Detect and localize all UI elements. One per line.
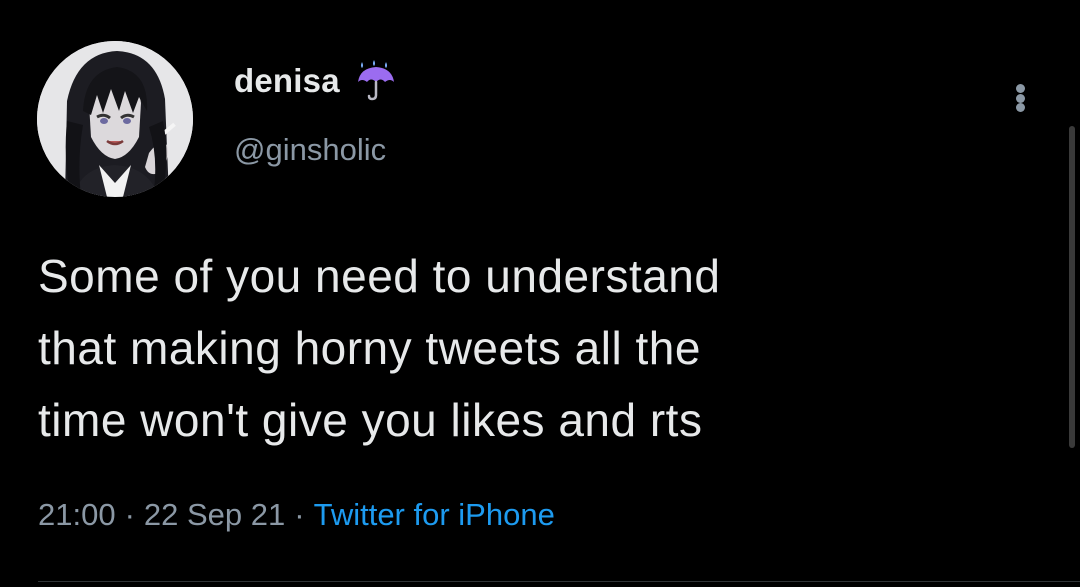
tweet-container: denisa @ginsholic Some of you need to un… [0,0,1080,587]
more-dot-icon [1015,103,1025,112]
more-options-button[interactable] [1007,84,1033,112]
more-dot-icon [1015,84,1025,93]
tweet-date[interactable]: 22 Sep 21 [144,497,285,532]
tweet-text: Some of you need to understand that maki… [38,240,1038,456]
avatar[interactable] [37,41,193,197]
more-dot-icon [1015,93,1025,103]
avatar-image [37,41,193,197]
tweet-text-line: time won't give you likes and rts [38,394,703,446]
tweet-text-line: Some of you need to understand [38,250,721,302]
umbrella-rain-icon [357,60,394,101]
divider [38,581,1080,582]
tweet-time[interactable]: 21:00 [38,497,116,532]
display-name[interactable]: denisa [234,62,340,100]
meta-separator: · [124,497,135,532]
user-handle[interactable]: @ginsholic [234,132,386,168]
tweet-meta: 21:00 · 22 Sep 21 · Twitter for iPhone [38,497,555,533]
tweet-text-line: that making horny tweets all the [38,322,701,374]
meta-separator: · [294,497,305,532]
display-name-row[interactable]: denisa [234,60,396,102]
scrollbar[interactable] [1069,126,1075,448]
tweet-source-link[interactable]: Twitter for iPhone [314,497,555,532]
